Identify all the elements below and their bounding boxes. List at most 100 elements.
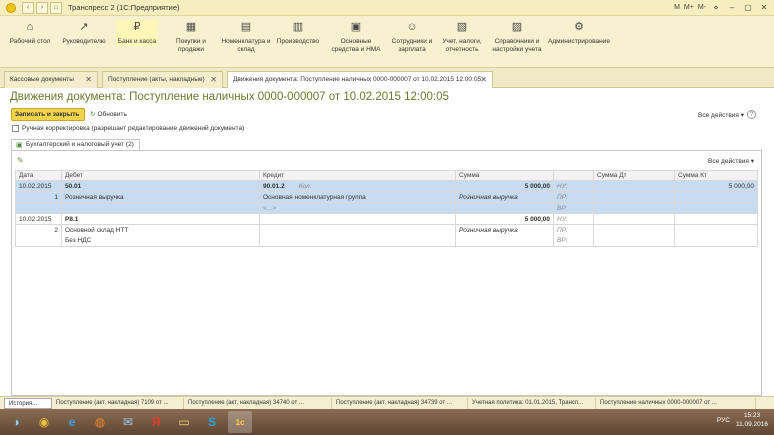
- cell-content[interactable]: Розничная выручка: [455, 191, 554, 203]
- save-and-close-button[interactable]: Записать и закрыть: [11, 108, 85, 121]
- ie-icon[interactable]: e: [60, 411, 84, 433]
- bell-icon[interactable]: ⋄: [710, 2, 722, 13]
- maximize-button[interactable]: ▢: [742, 2, 754, 13]
- close-icon[interactable]: ✕: [210, 75, 217, 84]
- app-logo-icon: [6, 2, 16, 13]
- cell-credit-subconto[interactable]: <...>: [259, 202, 456, 214]
- cell-credit-account[interactable]: [259, 213, 456, 225]
- windows-start-icon[interactable]: ◑: [4, 411, 28, 433]
- help-icon[interactable]: ?: [747, 110, 756, 119]
- close-icon[interactable]: ✕: [480, 75, 487, 84]
- cell-date[interactable]: 10.02.2015: [15, 180, 62, 192]
- open-tabs-bar: Кассовые документы ✕ Поступление (акты, …: [0, 68, 774, 88]
- cell-date[interactable]: 10.02.2015: [15, 213, 62, 225]
- cell-vr: ВР:: [553, 235, 594, 247]
- section-admin[interactable]: ⚙ Администрирование: [546, 20, 612, 46]
- column-header-credit[interactable]: Кредит: [259, 170, 456, 181]
- system-tray: РУС 15:23 11.09.2016: [717, 411, 768, 429]
- table-row[interactable]: 2 Основной склад НТТ Розничная выручка П…: [15, 224, 758, 236]
- skype-icon[interactable]: S: [200, 411, 224, 433]
- manual-correction-checkbox[interactable]: [12, 125, 19, 132]
- 1c-icon[interactable]: 1с: [228, 411, 252, 433]
- cell-pr: ПР:: [553, 224, 594, 236]
- grid-all-actions-menu[interactable]: Все действия ▾: [708, 157, 754, 165]
- history-item[interactable]: Поступление (акт, накладная) 34740 от ..…: [184, 397, 332, 409]
- section-desktop[interactable]: ⌂ Рабочий стол: [8, 20, 52, 46]
- os-taskbar: ◑ ◉ e ◍ ✉ Я ▭ S 1с РУС 15:23 11.09.2016: [0, 409, 774, 435]
- home-icon[interactable]: ⌂: [50, 1, 62, 14]
- manual-correction-row[interactable]: Ручная корректировка (разрешает редактир…: [12, 125, 244, 132]
- tab-document-movements[interactable]: Движения документа: Поступление наличных…: [227, 71, 493, 88]
- memory-m-button[interactable]: M: [674, 4, 680, 11]
- table-row[interactable]: 10.02.2015 Р8.1 5 000,00 НУ:: [15, 213, 758, 225]
- close-icon[interactable]: ✕: [85, 75, 92, 84]
- cell-sum-kt[interactable]: 5 000,00: [674, 180, 758, 192]
- history-item[interactable]: Поступление наличных 0000-000007 от ...: [596, 397, 756, 409]
- section-staff[interactable]: ☺ Сотрудники и зарплата: [388, 20, 436, 53]
- section-warehouse[interactable]: ▤ Номенклатура и склад: [220, 20, 272, 53]
- tab-accounting[interactable]: ▣ Бухгалтерский и налоговый учет (2): [11, 139, 140, 150]
- edit-icon[interactable]: ✎: [17, 156, 24, 165]
- cell-credit-subconto[interactable]: Основная номенклатурная группа: [259, 191, 456, 203]
- column-header-debit[interactable]: Дебет: [61, 170, 260, 181]
- history-button[interactable]: История...: [4, 397, 52, 409]
- cell-sum-dt[interactable]: [593, 180, 675, 192]
- section-manager[interactable]: ↗ Руководителю: [58, 20, 110, 46]
- table-row[interactable]: 1 Розничная выручка Основная номенклатур…: [15, 191, 758, 203]
- cell-debit-subconto[interactable]: Розничная выручка: [61, 191, 260, 203]
- section-reports[interactable]: ▧ Учет, налоги, отчетность: [440, 20, 484, 53]
- cell-content[interactable]: Розничная выручка: [455, 224, 554, 236]
- column-header-date[interactable]: Дата: [15, 170, 62, 181]
- section-sales[interactable]: ▦ Покупки и продажи: [168, 20, 214, 53]
- minimize-button[interactable]: –: [726, 2, 738, 13]
- clock[interactable]: 15:23 11.09.2016: [736, 411, 768, 429]
- table-row[interactable]: Без НДС ВР:: [15, 235, 758, 247]
- tab-cash-documents[interactable]: Кассовые документы ✕: [4, 71, 98, 88]
- bank-icon: ₽: [133, 21, 141, 33]
- cell-sum[interactable]: 5 000,00: [455, 213, 554, 225]
- column-header-sum-kt[interactable]: Сумма Кт: [674, 170, 758, 181]
- column-header-flags[interactable]: [553, 170, 594, 181]
- cell-debit-subconto[interactable]: Без НДС: [61, 235, 260, 247]
- assets-icon: ▣: [350, 21, 362, 33]
- section-production[interactable]: ▥ Производство: [274, 20, 322, 46]
- section-assets[interactable]: ▣ Основные средства и НМА: [328, 20, 384, 53]
- cell-credit-account[interactable]: 90.01.2 Кол.: [259, 180, 456, 192]
- history-item[interactable]: Учетная политика: 01.01.2015, Трансп...: [468, 397, 596, 409]
- movements-table: Дата Дебет Кредит Сумма Сумма Дт Сумма К…: [15, 170, 758, 247]
- table-row[interactable]: 10.02.2015 50.01 90.01.2 Кол. 5 000,00 НУ…: [15, 180, 758, 192]
- chart-icon: ↗: [79, 21, 89, 33]
- tab-receipts[interactable]: Поступление (акты, накладные) ✕: [102, 71, 223, 88]
- factory-icon: ▥: [292, 21, 304, 33]
- firefox-icon[interactable]: ◍: [88, 411, 112, 433]
- cell-debit-account[interactable]: Р8.1: [61, 213, 260, 225]
- cell-debit-subconto[interactable]: Основной склад НТТ: [61, 224, 260, 236]
- mail-icon[interactable]: ✉: [116, 411, 140, 433]
- cart-icon: ▦: [185, 21, 197, 33]
- cell-pr: ПР:: [553, 191, 594, 203]
- gear-icon: ⚙: [574, 21, 584, 33]
- close-button[interactable]: ✕: [758, 2, 770, 13]
- folder-icon[interactable]: ▭: [172, 411, 196, 433]
- forward-icon[interactable]: ›: [36, 1, 48, 14]
- section-references[interactable]: ▨ Справочники и настройки учета: [490, 20, 544, 53]
- cell-sum[interactable]: 5 000,00: [455, 180, 554, 192]
- back-icon[interactable]: ‹: [22, 1, 34, 14]
- memory-mplus-button[interactable]: M+: [684, 4, 694, 11]
- title-bar: ‹ › ⌂ Транспресс 2 (1С:Предприятие) M M+…: [0, 0, 774, 16]
- column-header-sum-dt[interactable]: Сумма Дт: [593, 170, 675, 181]
- chrome-icon[interactable]: ◉: [32, 411, 56, 433]
- warehouse-icon: ▤: [240, 21, 252, 33]
- section-bank[interactable]: ₽ Банк и касса: [116, 20, 158, 46]
- history-item[interactable]: Поступление (акт, накладная) 7109 от ...: [52, 397, 184, 409]
- cell-vr: ВР:: [553, 202, 594, 214]
- history-item[interactable]: Поступление (акт, накладная) 34739 от ..…: [332, 397, 468, 409]
- refresh-button[interactable]: ↻ Обновить: [90, 110, 127, 118]
- yandex-icon[interactable]: Я: [144, 411, 168, 433]
- table-row[interactable]: <...> ВР:: [15, 202, 758, 214]
- all-actions-menu[interactable]: Все действия ▾: [698, 111, 744, 119]
- language-indicator[interactable]: РУС: [717, 417, 730, 424]
- column-header-sum[interactable]: Сумма: [455, 170, 554, 181]
- memory-mminus-button[interactable]: M-: [698, 4, 706, 11]
- cell-debit-account[interactable]: 50.01: [61, 180, 260, 192]
